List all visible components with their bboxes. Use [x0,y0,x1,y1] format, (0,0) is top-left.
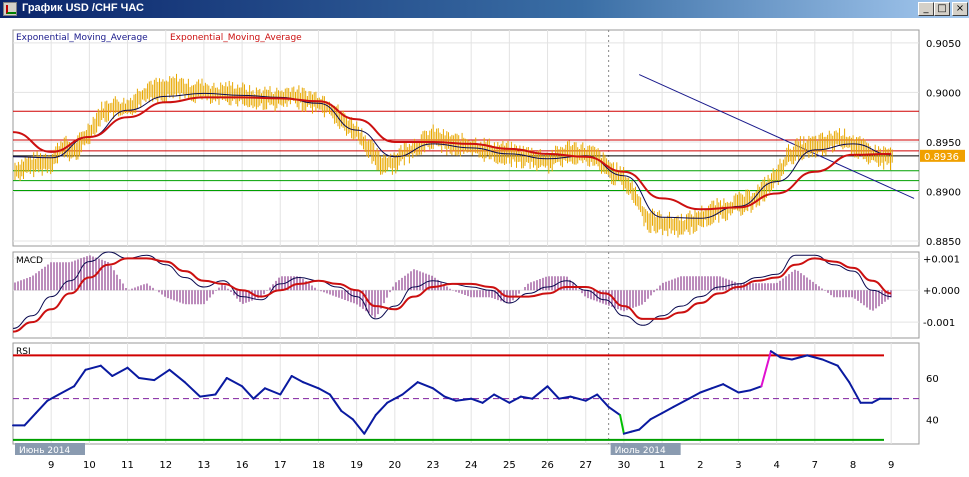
x-tick-label: 11 [121,460,134,471]
rsi-label: RSI [16,347,31,357]
x-tick-label: 24 [465,460,478,471]
x-tick-label: 26 [541,460,554,471]
x-tick-label: 7 [812,460,818,471]
macd-label: MACD [16,256,43,266]
window-titlebar[interactable]: График USD /CHF ЧАС _ □ × [0,0,969,18]
chart-app-icon [3,2,17,16]
x-tick-label: 9 [888,460,894,471]
x-tick-label: 4 [773,460,779,471]
x-tick-label: 9 [48,460,54,471]
x-tick-label: 10 [83,460,96,471]
price-y-tick-label: 0.9000 [926,88,961,99]
minimize-button[interactable]: _ [918,2,934,16]
x-tick-label: 3 [735,460,741,471]
x-tick-label: 19 [350,460,363,471]
last-price-label: 0.8936 [924,152,959,163]
x-tick-label: 8 [850,460,856,471]
x-tick-label: 23 [427,460,440,471]
close-button[interactable]: × [952,2,968,16]
x-tick-label: 27 [579,460,592,471]
macd-panel [12,251,920,339]
date-label-july: Июль 2014 [615,446,666,456]
price-y-tick-label: 0.8950 [926,138,961,149]
rsi-y-tick-label: 60 [926,374,939,385]
macd-y-tick-label: +0.001 [923,254,960,265]
x-tick-label: 13 [198,460,211,471]
usdchf-hourly-chart[interactable]: 0.9050 0.9000 0.8950 0.8900 0.8850 0.8936 Expo… [0,18,969,477]
legend-ema-slow: Exponential_Moving_Average [170,33,302,43]
x-tick-label: 16 [236,460,249,471]
rsi-y-tick-label: 40 [926,415,939,426]
x-tick-label: 18 [312,460,325,471]
legend-ema-fast: Exponential_Moving_Average [16,33,148,43]
price-y-tick-label: 0.8850 [926,237,961,248]
x-tick-label: 17 [274,460,287,471]
x-tick-label: 25 [503,460,516,471]
macd-y-tick-label: -0.001 [923,318,955,329]
x-tick-label: 12 [159,460,172,471]
x-tick-label: 2 [697,460,703,471]
window-title: График USD /CHF ЧАС [22,2,144,14]
maximize-button[interactable]: □ [934,2,950,16]
x-tick-label: 20 [388,460,401,471]
price-y-tick-label: 0.8900 [926,188,961,199]
macd-y-tick-label: +0.000 [923,286,960,297]
date-label-june: Июнь 2014 [19,446,71,456]
price-y-tick-label: 0.9050 [926,39,961,50]
x-tick-label: 1 [659,460,665,471]
x-tick-label: 30 [618,460,631,471]
price-panel [12,29,920,247]
